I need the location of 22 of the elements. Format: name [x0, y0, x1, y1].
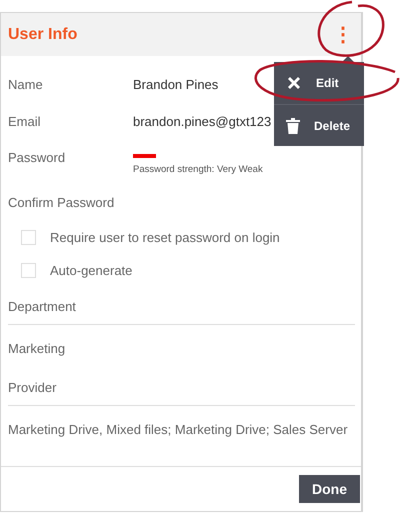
menu-item[interactable]: Edit — [274, 62, 364, 104]
done-button[interactable]: Done — [299, 475, 360, 503]
field-value: Brandon Pines — [133, 77, 218, 92]
section-value: Marketing Drive, Mixed files; Marketing Drive; Sales Server — [8, 421, 349, 439]
trash-icon — [286, 118, 300, 134]
section-label: Provider — [8, 376, 355, 406]
checkbox-label: Require user to reset password on login — [50, 230, 280, 245]
field-label: Confirm Password — [8, 195, 116, 210]
checkbox[interactable] — [21, 230, 36, 245]
field-label: Name — [8, 77, 44, 92]
menu-pointer — [342, 56, 354, 62]
checkbox[interactable] — [21, 263, 36, 278]
field-value: brandon.pines@gtxt123 — [133, 114, 272, 129]
section-label: Department — [8, 295, 355, 325]
field-label: Password — [8, 150, 66, 165]
field-label: Email — [8, 114, 42, 129]
checkbox-label: Auto-generate — [50, 263, 132, 278]
strength-text: Password strength: Very Weak — [133, 164, 264, 175]
strength-bar — [133, 154, 156, 158]
section-value: Marketing — [8, 340, 66, 358]
menu-item[interactable]: Delete — [274, 104, 364, 146]
panel-title: User Info — [8, 26, 78, 44]
